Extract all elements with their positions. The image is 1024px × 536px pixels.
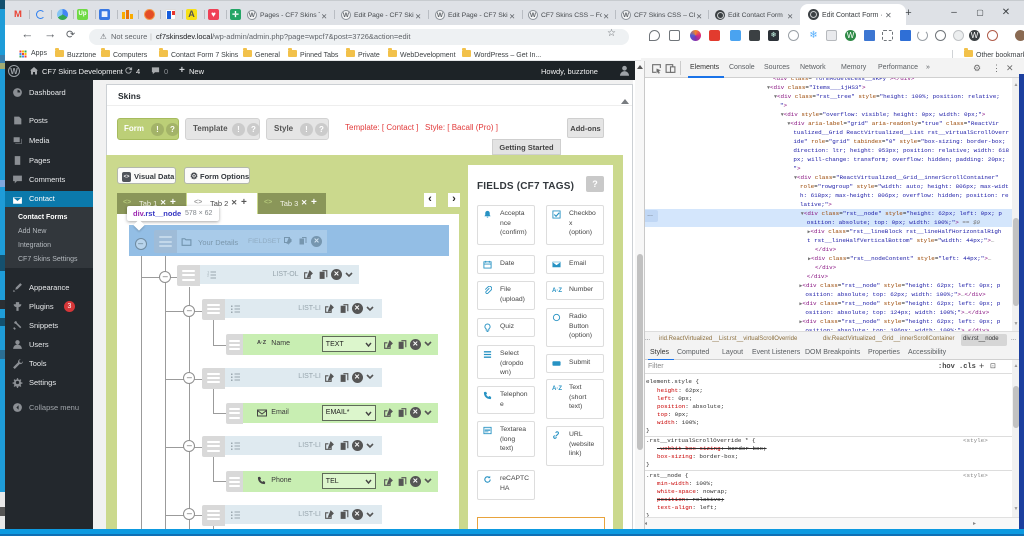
svg-text:A·Z: A·Z xyxy=(552,288,562,294)
svg-text:A·Z: A·Z xyxy=(552,386,562,392)
svg-text:2: 2 xyxy=(207,273,209,277)
